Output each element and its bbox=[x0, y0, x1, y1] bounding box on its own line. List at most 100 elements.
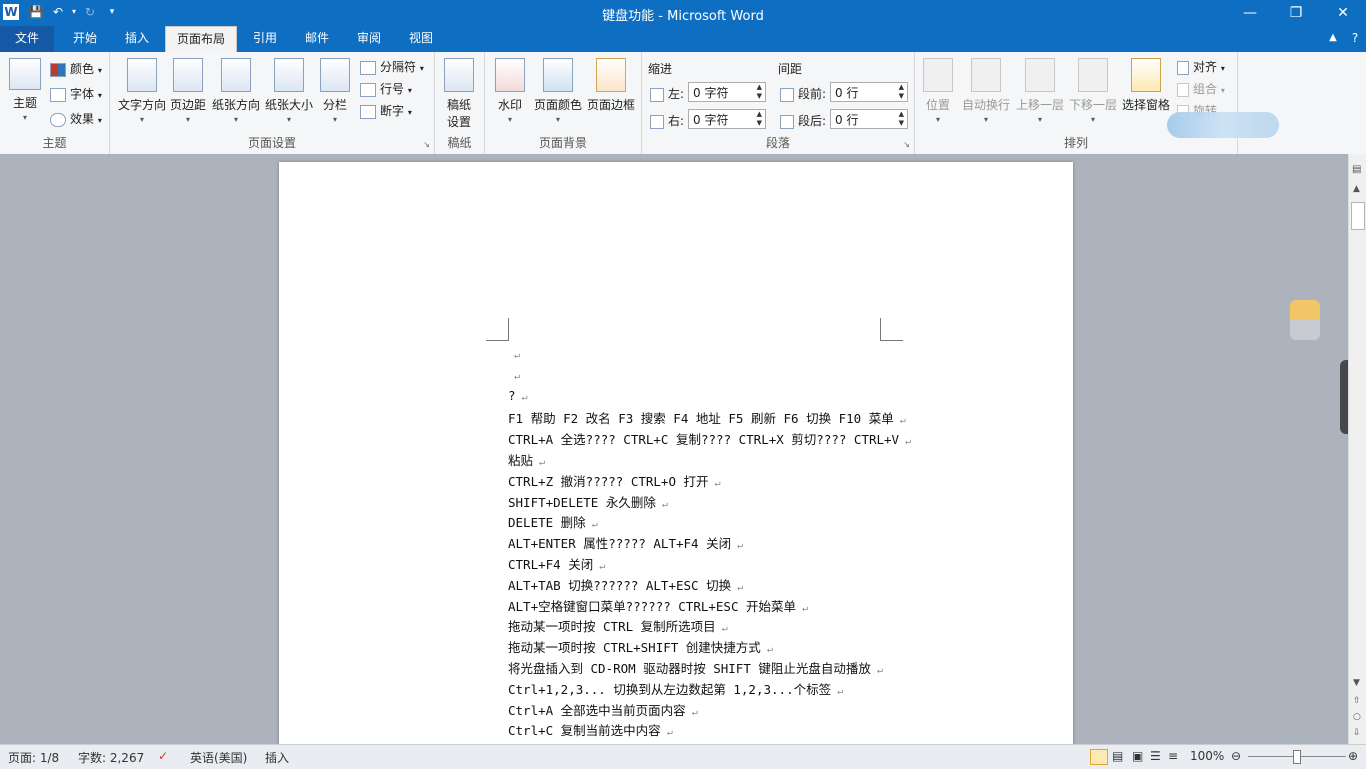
paragraph-mark-icon: ↵ bbox=[599, 561, 606, 572]
maximize-button[interactable]: ❐ bbox=[1273, 0, 1319, 26]
hyphenation-button[interactable]: 断字 ▾ bbox=[360, 102, 412, 119]
paragraph-mark-icon: ↵ bbox=[714, 477, 721, 489]
indent-right-input[interactable]: 0 字符 ▲ ▼ bbox=[688, 109, 766, 129]
spacing-after-input[interactable]: 0 行 ▲ ▼ bbox=[830, 109, 908, 129]
tab-mailings[interactable]: 邮件 bbox=[292, 26, 342, 52]
document-line[interactable]: CTRL+F4 关闭 ↵ bbox=[508, 554, 605, 573]
orientation-button[interactable]: 纸张方向 ▾ bbox=[212, 58, 260, 124]
next-page-icon[interactable]: ⇩ bbox=[1353, 728, 1361, 738]
document-line[interactable]: ↵ bbox=[508, 346, 520, 361]
indent-right-spin-icon[interactable]: ▲ ▼ bbox=[757, 110, 762, 128]
zoom-in-icon[interactable]: ⊕ bbox=[1348, 749, 1358, 763]
scroll-down-icon[interactable]: ▼ bbox=[1353, 678, 1360, 688]
word-count[interactable]: 字数: 2,267 bbox=[78, 749, 144, 766]
watermark-button[interactable]: 水印 ▾ bbox=[493, 58, 527, 124]
document-line[interactable]: 将光盘插入到 CD-ROM 驱动器时按 SHIFT 键阻止光盘自动播放 ↵ bbox=[508, 658, 883, 677]
hyphenation-icon bbox=[360, 104, 376, 119]
themes-button[interactable]: 主题 ▾ bbox=[6, 58, 44, 122]
indent-left-input[interactable]: 0 字符 ▲ ▼ bbox=[688, 82, 766, 102]
tab-insert[interactable]: 插入 bbox=[112, 26, 162, 52]
page-count[interactable]: 页面: 1/8 bbox=[8, 749, 59, 766]
document-line[interactable]: CTRL+A 全选???? CTRL+C 复制???? CTRL+X 剪切???… bbox=[508, 429, 911, 448]
indent-left-spin-icon[interactable]: ▲ ▼ bbox=[757, 83, 762, 101]
document-line[interactable]: CTRL+Z 撤消????? CTRL+O 打开 ↵ bbox=[508, 471, 721, 490]
page-borders-icon bbox=[596, 58, 626, 92]
tab-review[interactable]: 审阅 bbox=[344, 26, 394, 52]
text-direction-button[interactable]: 文字方向 ▾ bbox=[116, 58, 168, 124]
manuscript-settings-button[interactable]: 稿纸 设置 bbox=[443, 58, 475, 130]
paragraph-mark-icon: ↵ bbox=[661, 498, 668, 510]
document-line[interactable]: ALT+ENTER 属性????? ALT+F4 关闭 ↵ bbox=[508, 533, 743, 552]
outline-view-icon[interactable]: ☰ bbox=[1150, 749, 1161, 763]
draft-view-icon[interactable]: ≡ bbox=[1168, 749, 1178, 763]
document-line[interactable]: Ctrl+1,2,3... 切换到从左边数起第 1,2,3...个标签 ↵ bbox=[508, 679, 843, 698]
proofing-icon[interactable]: ✓ bbox=[158, 749, 168, 763]
print-layout-view-icon[interactable] bbox=[1090, 749, 1108, 765]
ruler-toggle-icon[interactable]: ▤ bbox=[1352, 164, 1361, 175]
tab-references[interactable]: 引用 bbox=[240, 26, 290, 52]
document-line[interactable]: 粘贴 ↵ bbox=[508, 450, 545, 469]
close-button[interactable]: ✕ bbox=[1320, 0, 1366, 26]
document-area[interactable]: ↵ ↵ ? ↵ F1 帮助 F2 改名 F3 搜索 F4 地址 F5 刷新 F6 切换 … bbox=[0, 154, 1348, 744]
page-borders-button[interactable]: 页面边框 bbox=[586, 58, 636, 113]
floating-widget[interactable] bbox=[1290, 300, 1320, 340]
scroll-up-icon[interactable]: ▲ bbox=[1353, 184, 1360, 194]
spacing-before-input[interactable]: 0 行 ▲ ▼ bbox=[830, 82, 908, 102]
prev-page-icon[interactable]: ⇧ bbox=[1353, 696, 1361, 706]
full-screen-reading-icon[interactable]: ▤ bbox=[1112, 749, 1123, 763]
tab-view[interactable]: 视图 bbox=[396, 26, 446, 52]
page-setup-launcher-icon[interactable]: ↘ bbox=[423, 140, 430, 149]
theme-effects-button[interactable]: 效果 ▾ bbox=[50, 110, 102, 127]
tab-file[interactable]: 文件 bbox=[0, 26, 54, 52]
zoom-slider-thumb[interactable] bbox=[1293, 750, 1301, 764]
group-label-manuscript: 稿纸 bbox=[447, 136, 472, 150]
side-panel-tab[interactable] bbox=[1340, 360, 1348, 434]
document-line[interactable]: SHIFT+DELETE 永久删除 ↵ bbox=[508, 492, 668, 511]
select-browse-object-icon[interactable]: ○ bbox=[1353, 712, 1361, 722]
language-status[interactable]: 英语(美国) bbox=[190, 749, 247, 766]
zoom-level[interactable]: 100% bbox=[1190, 749, 1224, 763]
page-size-button[interactable]: 纸张大小 ▾ bbox=[265, 58, 313, 124]
web-layout-icon[interactable]: ▣ bbox=[1132, 749, 1143, 763]
insert-mode-status[interactable]: 插入 bbox=[265, 749, 289, 766]
columns-button[interactable]: 分栏 ▾ bbox=[320, 58, 350, 124]
help-icon[interactable]: ? bbox=[1346, 26, 1364, 52]
document-line[interactable]: ↵ bbox=[508, 367, 520, 382]
spacing-heading: 间距 bbox=[778, 62, 803, 76]
collapse-ribbon-icon[interactable]: ▲ bbox=[1324, 26, 1342, 52]
vertical-scrollbar[interactable]: ▤ ▲ ▼ ⇧ ○ ⇩ bbox=[1348, 154, 1366, 744]
page-color-button[interactable]: 页面颜色 ▾ bbox=[533, 58, 583, 124]
line-numbers-button[interactable]: 行号 ▾ bbox=[360, 80, 412, 97]
document-line[interactable]: 拖动某一项时按 CTRL 复制所选项目 ↵ bbox=[508, 616, 728, 635]
themes-icon bbox=[9, 58, 41, 90]
paragraph-mark-icon: ↵ bbox=[837, 685, 844, 697]
document-line[interactable]: Ctrl+A 全部选中当前页面内容 ↵ bbox=[508, 700, 698, 719]
document-page[interactable]: ↵ ↵ ? ↵ F1 帮助 F2 改名 F3 搜索 F4 地址 F5 刷新 F6 切换 … bbox=[279, 162, 1073, 744]
document-line[interactable]: DELETE 删除 ↵ bbox=[508, 512, 598, 531]
spacing-after-spin-icon[interactable]: ▲ ▼ bbox=[899, 110, 904, 128]
selection-pane-button[interactable]: 选择窗格 bbox=[1121, 58, 1171, 113]
document-line[interactable]: ALT+空格键窗口菜单?????? CTRL+ESC 开始菜单 ↵ bbox=[508, 596, 808, 615]
document-line[interactable]: 拖动某一项时按 CTRL+SHIFT 创建快捷方式 ↵ bbox=[508, 637, 773, 656]
group-label-page-background: 页面背景 bbox=[538, 136, 587, 150]
margins-button[interactable]: 页边距 ▾ bbox=[170, 58, 206, 124]
tab-home[interactable]: 开始 bbox=[60, 26, 110, 52]
document-line[interactable]: ALT+TAB 切换?????? ALT+ESC 切换 ↵ bbox=[508, 575, 743, 594]
breaks-button[interactable]: 分隔符 ▾ bbox=[360, 58, 424, 75]
align-button[interactable]: 对齐 ▾ bbox=[1177, 58, 1225, 75]
document-line[interactable]: F1 帮助 F2 改名 F3 搜索 F4 地址 F5 刷新 F6 切换 F10 … bbox=[508, 408, 906, 427]
paragraph-launcher-icon[interactable]: ↘ bbox=[903, 140, 910, 149]
document-line[interactable]: ? ↵ bbox=[508, 388, 528, 403]
tab-page-layout[interactable]: 页面布局 bbox=[165, 26, 237, 53]
document-line-text: CTRL+Z 撤消????? CTRL+O 打开 bbox=[508, 473, 709, 489]
crop-mark-left bbox=[486, 318, 509, 341]
theme-colors-button[interactable]: 颜色 ▾ bbox=[50, 60, 102, 77]
document-line[interactable]: Ctrl+C 复制当前选中内容 ↵ bbox=[508, 720, 673, 739]
page-size-icon bbox=[274, 58, 304, 92]
theme-fonts-button[interactable]: 字体 ▾ bbox=[50, 85, 102, 102]
zoom-out-icon[interactable]: ⊖ bbox=[1231, 749, 1241, 763]
scroll-thumb[interactable] bbox=[1351, 202, 1365, 230]
group-arrange: 位置 ▾ 自动换行 ▾ 上移一层 ▾ 下移一层 ▾ 选择窗格 对齐 ▾ 组合 ▾… bbox=[915, 52, 1279, 154]
spacing-before-spin-icon[interactable]: ▲ ▼ bbox=[899, 83, 904, 101]
minimize-button[interactable]: — bbox=[1227, 0, 1273, 26]
